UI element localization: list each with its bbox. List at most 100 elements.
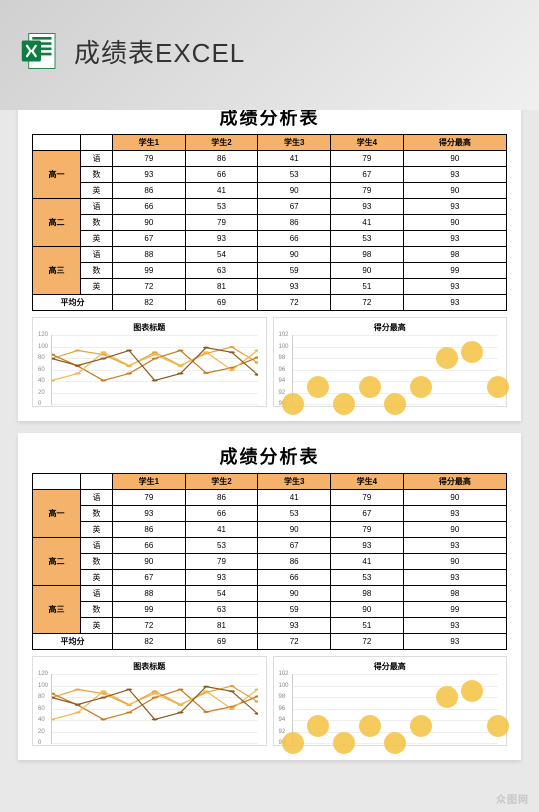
data-cell: 66 xyxy=(113,538,186,554)
data-cell: 53 xyxy=(331,570,404,586)
data-cell: 67 xyxy=(331,167,404,183)
footer-cell: 69 xyxy=(185,295,258,311)
score-sheet: 成绩分析表学生1学生2学生3学生4得分最高高一语7986417990数93665… xyxy=(18,94,521,421)
footer-cell: 72 xyxy=(331,634,404,650)
bubble-point xyxy=(461,680,483,702)
bubble-point xyxy=(282,732,304,754)
data-cell: 90 xyxy=(331,263,404,279)
y-tick: 0 xyxy=(38,740,41,746)
y-tick: 40 xyxy=(38,378,45,384)
y-tick: 92 xyxy=(279,390,286,396)
col-header: 学生2 xyxy=(185,135,258,151)
excel-icon xyxy=(20,30,62,72)
bubble-point xyxy=(307,715,329,737)
data-cell: 语 xyxy=(81,490,113,506)
y-tick: 92 xyxy=(279,729,286,735)
data-cell: 93 xyxy=(403,231,506,247)
data-cell: 英 xyxy=(81,231,113,247)
bubble-point xyxy=(436,686,458,708)
data-cell: 90 xyxy=(403,554,506,570)
data-cell: 93 xyxy=(113,167,186,183)
data-cell: 67 xyxy=(258,538,331,554)
footer-cell: 93 xyxy=(403,295,506,311)
data-cell: 53 xyxy=(258,167,331,183)
data-cell: 90 xyxy=(403,151,506,167)
data-cell: 93 xyxy=(185,231,258,247)
bubble-point xyxy=(359,715,381,737)
page-title: 成绩表EXCEL xyxy=(74,33,245,70)
data-cell: 63 xyxy=(185,602,258,618)
col-header: 学生4 xyxy=(331,135,404,151)
y-tick: 94 xyxy=(279,717,286,723)
data-cell: 数 xyxy=(81,506,113,522)
data-cell: 93 xyxy=(403,279,506,295)
data-cell: 66 xyxy=(185,167,258,183)
grade-cell: 高三 xyxy=(33,247,81,295)
data-cell: 数 xyxy=(81,602,113,618)
y-tick: 98 xyxy=(279,694,286,700)
data-cell: 66 xyxy=(258,231,331,247)
col-header: 学生1 xyxy=(113,474,186,490)
data-cell: 79 xyxy=(331,522,404,538)
data-cell: 数 xyxy=(81,263,113,279)
data-cell: 86 xyxy=(185,151,258,167)
chart-title: 图表标题 xyxy=(37,661,262,672)
data-cell: 90 xyxy=(258,247,331,263)
col-header: 学生4 xyxy=(331,474,404,490)
data-cell: 数 xyxy=(81,215,113,231)
col-header: 得分最高 xyxy=(403,135,506,151)
data-cell: 98 xyxy=(403,586,506,602)
y-tick: 96 xyxy=(279,367,286,373)
grade-cell: 高一 xyxy=(33,490,81,538)
y-tick: 60 xyxy=(38,367,45,373)
data-cell: 90 xyxy=(113,215,186,231)
data-cell: 53 xyxy=(185,199,258,215)
data-cell: 59 xyxy=(258,263,331,279)
footer-label: 平均分 xyxy=(33,295,113,311)
grade-cell: 高二 xyxy=(33,538,81,586)
data-cell: 54 xyxy=(185,247,258,263)
data-cell: 41 xyxy=(331,554,404,570)
data-cell: 英 xyxy=(81,279,113,295)
data-cell: 67 xyxy=(113,231,186,247)
data-cell: 86 xyxy=(113,183,186,199)
data-cell: 67 xyxy=(258,199,331,215)
bubble-point xyxy=(410,376,432,398)
footer-cell: 82 xyxy=(113,295,186,311)
data-cell: 72 xyxy=(113,279,186,295)
table-row: 英7281935193 xyxy=(33,279,507,295)
table-row: 数9079864190 xyxy=(33,554,507,570)
data-cell: 93 xyxy=(258,279,331,295)
table-row: 数9963599099 xyxy=(33,602,507,618)
data-cell: 66 xyxy=(113,199,186,215)
data-cell: 72 xyxy=(113,618,186,634)
data-cell: 53 xyxy=(331,231,404,247)
data-cell: 93 xyxy=(258,618,331,634)
footer-cell: 72 xyxy=(258,634,331,650)
bubble-point xyxy=(333,732,355,754)
y-tick: 98 xyxy=(279,355,286,361)
y-tick: 40 xyxy=(38,717,45,723)
bubble-point xyxy=(384,732,406,754)
y-tick: 80 xyxy=(38,694,45,700)
data-cell: 41 xyxy=(185,183,258,199)
data-cell: 66 xyxy=(185,506,258,522)
chart-title: 图表标题 xyxy=(37,322,262,333)
data-cell: 63 xyxy=(185,263,258,279)
data-cell: 79 xyxy=(113,151,186,167)
data-cell: 99 xyxy=(403,263,506,279)
bubble-point xyxy=(487,715,509,737)
data-cell: 93 xyxy=(403,167,506,183)
table-row: 高二语6653679393 xyxy=(33,538,507,554)
table-row: 英8641907990 xyxy=(33,183,507,199)
data-cell: 93 xyxy=(403,199,506,215)
bubble-point xyxy=(333,393,355,415)
bubble-point xyxy=(307,376,329,398)
data-cell: 93 xyxy=(403,570,506,586)
data-cell: 79 xyxy=(185,554,258,570)
bubble-point xyxy=(282,393,304,415)
data-cell: 79 xyxy=(113,490,186,506)
table-row: 数9366536793 xyxy=(33,506,507,522)
data-cell: 53 xyxy=(185,538,258,554)
data-cell: 英 xyxy=(81,618,113,634)
